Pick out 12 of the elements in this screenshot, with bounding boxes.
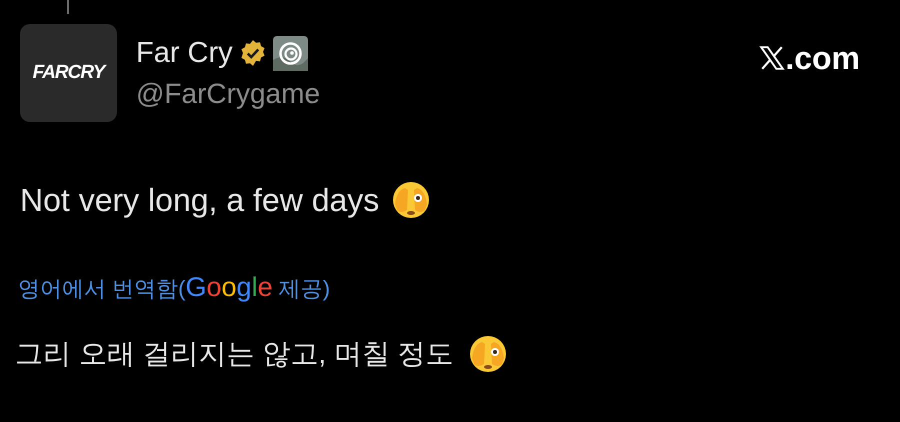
x-logo-icon [759, 45, 786, 71]
translation-attribution[interactable]: 영어에서 번역함(Google 제공) [18, 272, 900, 304]
affiliate-logo-icon [272, 36, 308, 70]
peeking-face-icon [391, 180, 432, 220]
translated-text: 그리 오래 걸리지는 않고, 며칠 정도 [15, 337, 454, 371]
site-domain: .com [785, 39, 860, 78]
avatar-logo-text: FARCRY [32, 60, 104, 85]
avatar[interactable]: FARCRY [20, 24, 117, 122]
peeking-face-icon [468, 334, 508, 374]
account-handle[interactable]: @FarCrygame [136, 76, 320, 112]
tweet-text: Not very long, a few days [20, 181, 380, 220]
account-name[interactable]: Far Cry [136, 34, 233, 72]
